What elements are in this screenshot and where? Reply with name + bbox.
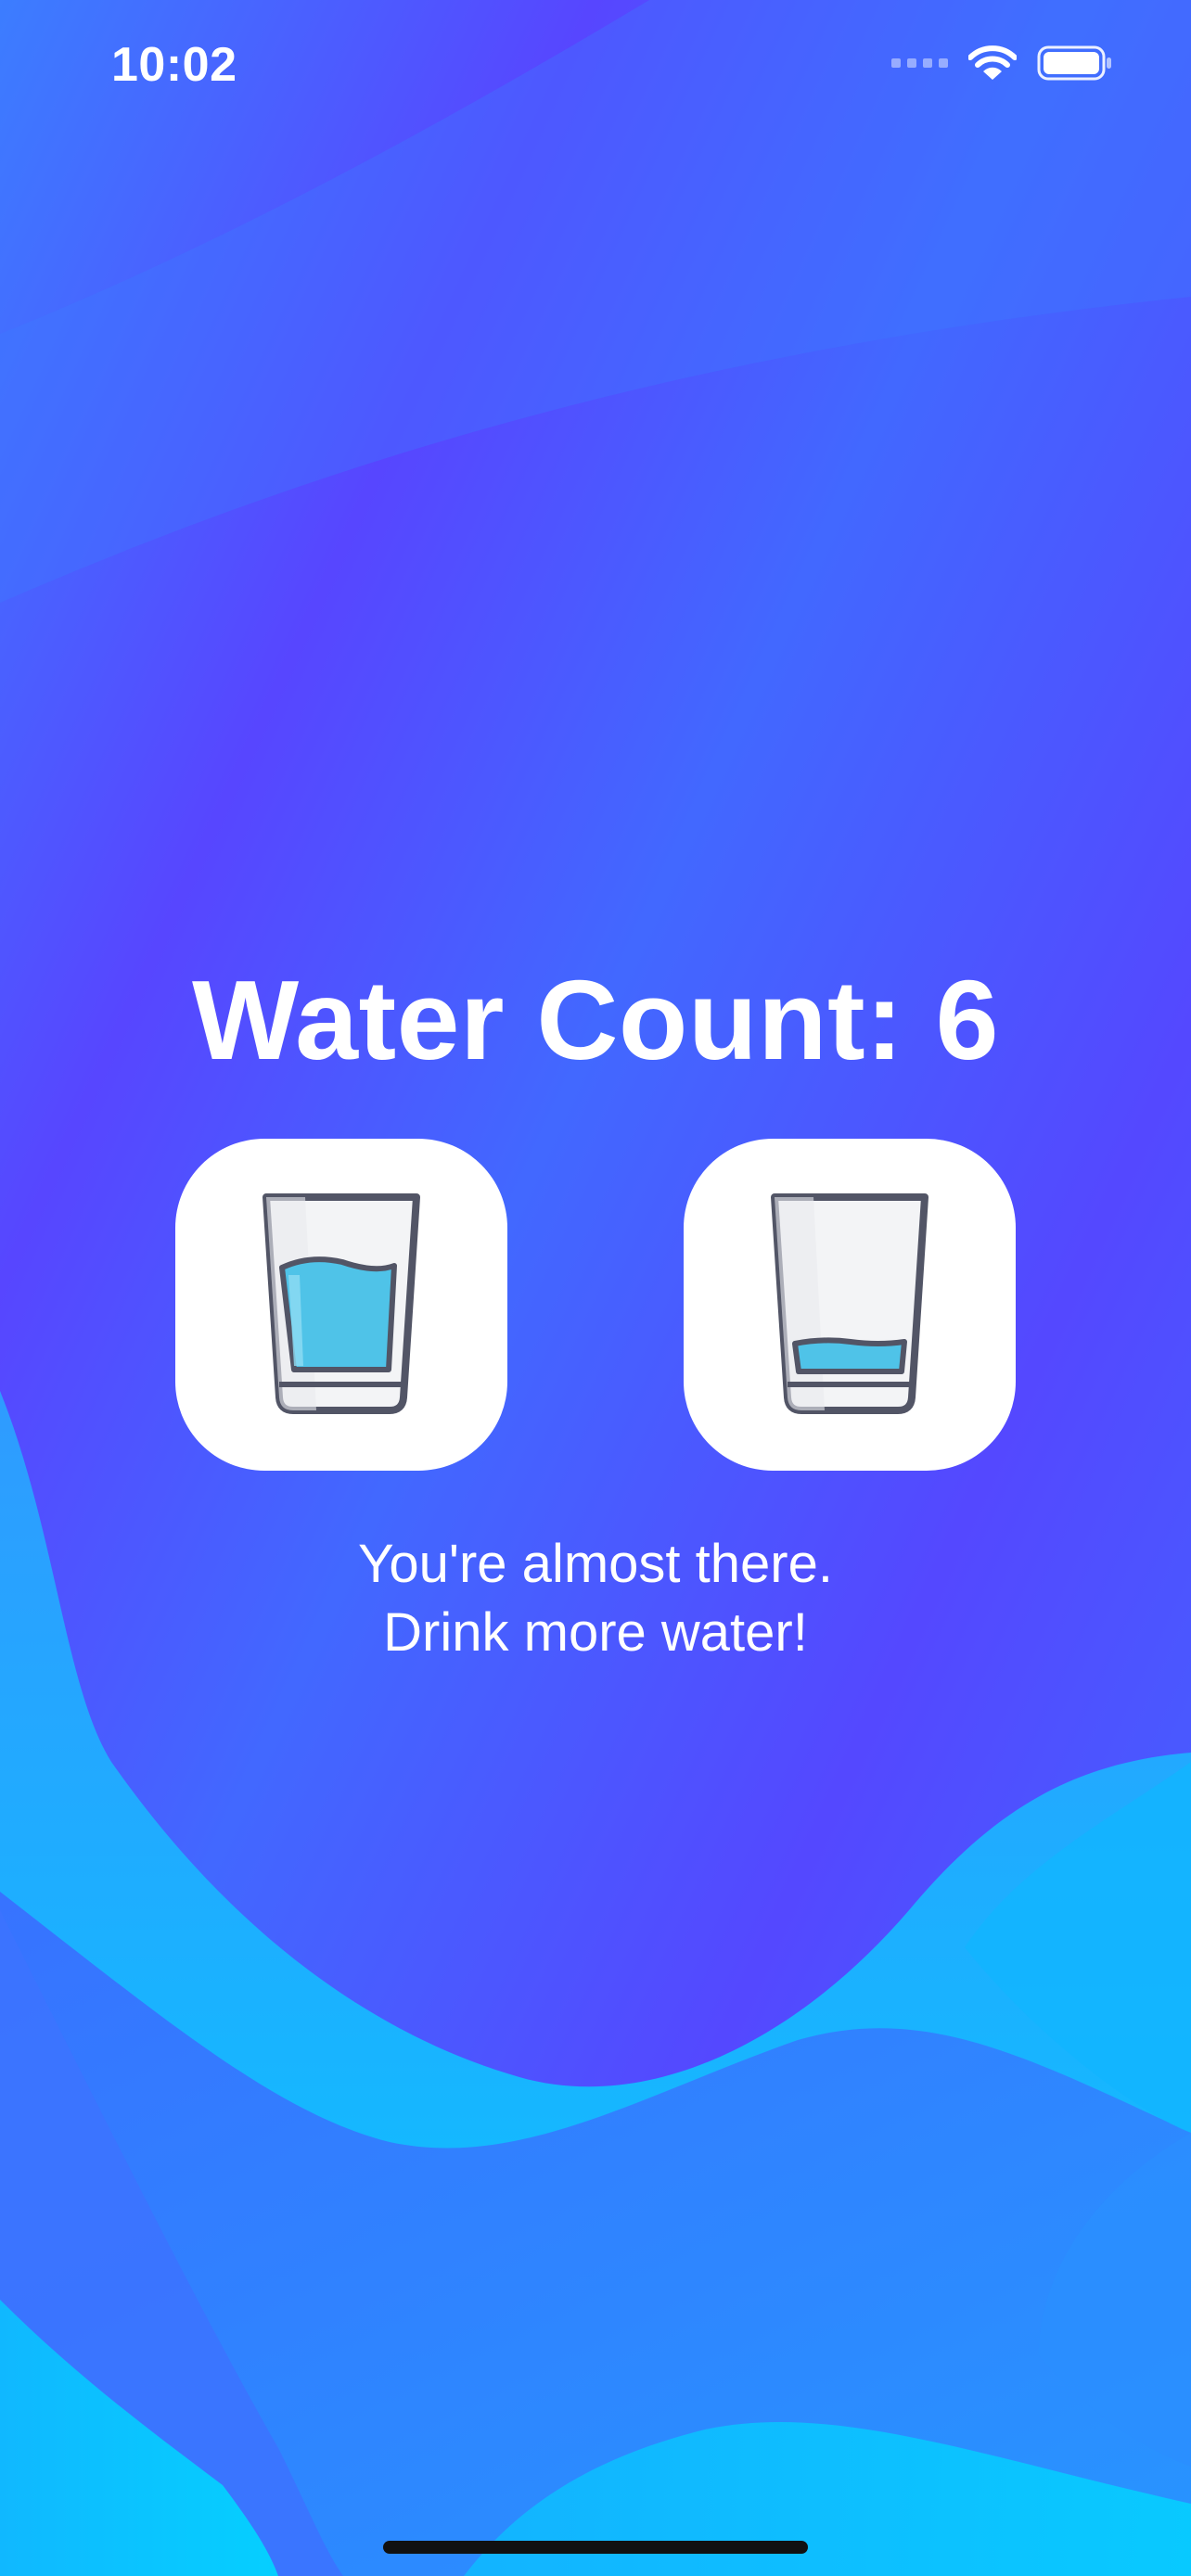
full-glass-button[interactable]: [175, 1139, 507, 1471]
home-indicator[interactable]: [383, 2541, 808, 2554]
status-bar-icons: [891, 45, 1113, 82]
empty-glass-button[interactable]: [684, 1139, 1016, 1471]
wifi-icon: [968, 45, 1017, 80]
message-line-1: You're almost there.: [358, 1534, 833, 1594]
full-glass-icon: [263, 1193, 420, 1414]
water-count-title: Water Count: 6: [192, 957, 999, 1083]
status-bar-time: 10:02: [111, 38, 237, 92]
battery-icon: [1037, 45, 1111, 81]
message-line-2: Drink more water!: [383, 1602, 808, 1663]
encouragement-message: You're almost there. Drink more water!: [0, 1530, 1191, 1667]
empty-glass-icon: [771, 1193, 928, 1414]
cellular-signal-icon: [891, 58, 948, 68]
